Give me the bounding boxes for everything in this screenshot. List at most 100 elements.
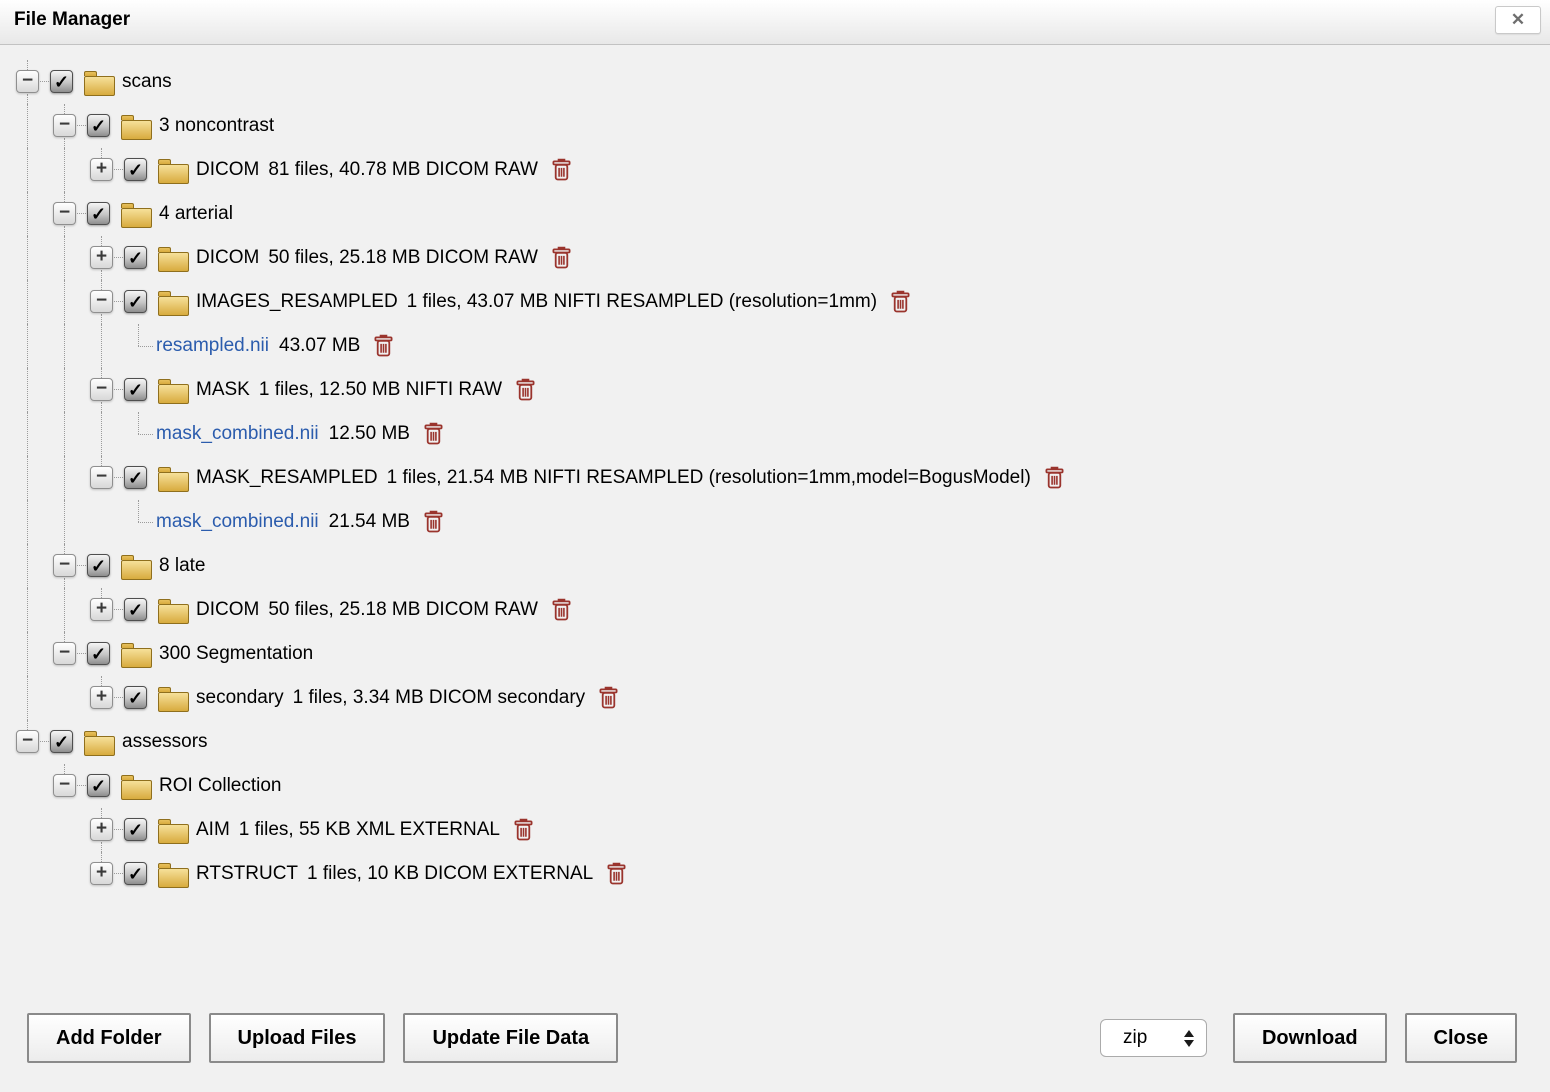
expander-minus-button[interactable]: − bbox=[90, 290, 113, 313]
expander-plus-button[interactable]: + bbox=[90, 818, 113, 841]
checkbox[interactable]: ✓ bbox=[50, 730, 73, 753]
folder-icon bbox=[158, 472, 189, 492]
tree-guide-line bbox=[138, 346, 153, 347]
trash-icon[interactable] bbox=[515, 378, 536, 402]
file-row: mask_combined.nii12.50 MB bbox=[0, 412, 1550, 456]
file-link[interactable]: mask_combined.nii bbox=[156, 423, 319, 445]
folder-row: + ✓ secondary1 files, 3.34 MB DICOM second… bbox=[0, 676, 1550, 720]
tree-guide-line bbox=[101, 314, 102, 324]
tree-guide-line bbox=[27, 280, 28, 324]
tree-guide-line bbox=[77, 213, 86, 214]
folder-icon bbox=[158, 604, 189, 624]
checkbox[interactable]: ✓ bbox=[124, 862, 147, 885]
checkbox[interactable]: ✓ bbox=[124, 598, 147, 621]
folder-row: −✓4 arterial bbox=[0, 192, 1550, 236]
expander-minus-button[interactable]: − bbox=[16, 70, 39, 93]
tree-guide-line bbox=[138, 500, 139, 522]
tree-guide-line bbox=[101, 236, 102, 246]
checkbox[interactable]: ✓ bbox=[124, 246, 147, 269]
expander-plus-button[interactable]: + bbox=[90, 158, 113, 181]
trash-icon[interactable] bbox=[551, 158, 572, 182]
expander-minus-button[interactable]: − bbox=[53, 202, 76, 225]
checkbox[interactable]: ✓ bbox=[124, 686, 147, 709]
folder-meta: 1 files, 10 KB DICOM EXTERNAL bbox=[307, 863, 593, 885]
checkbox[interactable]: ✓ bbox=[87, 774, 110, 797]
checkbox[interactable]: ✓ bbox=[124, 818, 147, 841]
trash-icon[interactable] bbox=[551, 246, 572, 270]
tree-guide-line bbox=[138, 412, 139, 434]
expander-minus-button[interactable]: − bbox=[90, 466, 113, 489]
expander-plus-button[interactable]: + bbox=[90, 686, 113, 709]
row-text: DICOM50 files, 25.18 MB DICOM RAW bbox=[196, 588, 572, 632]
tree-guide-line bbox=[101, 842, 102, 852]
trash-icon[interactable] bbox=[1044, 466, 1065, 490]
trash-icon[interactable] bbox=[423, 422, 444, 446]
tree-guide-line bbox=[27, 456, 28, 500]
expander-plus-button[interactable]: + bbox=[90, 598, 113, 621]
tree-guide-line bbox=[114, 477, 123, 478]
folder-row: −✓ 300 Segmentation bbox=[0, 632, 1550, 676]
checkbox[interactable]: ✓ bbox=[124, 158, 147, 181]
tree-guide-line bbox=[27, 324, 28, 368]
expander-minus-button[interactable]: − bbox=[53, 774, 76, 797]
folder-meta: 1 files, 3.34 MB DICOM secondary bbox=[293, 687, 586, 709]
row-text: DICOM50 files, 25.18 MB DICOM RAW bbox=[196, 236, 572, 280]
tree-guide-line bbox=[64, 588, 65, 632]
trash-icon[interactable] bbox=[513, 818, 534, 842]
folder-label: AIM bbox=[196, 819, 230, 841]
tree-guide-line bbox=[64, 324, 65, 368]
tree-guide-line bbox=[114, 829, 123, 830]
checkbox[interactable]: ✓ bbox=[87, 554, 110, 577]
folder-label: MASK bbox=[196, 379, 250, 401]
file-row: mask_combined.nii21.54 MB bbox=[0, 500, 1550, 544]
trash-icon[interactable] bbox=[606, 862, 627, 886]
tree-guide-line bbox=[64, 192, 65, 202]
row-text: IMAGES_RESAMPLED1 files, 43.07 MB NIFTI … bbox=[196, 280, 911, 324]
checkbox[interactable]: ✓ bbox=[87, 642, 110, 665]
upload-files-button[interactable]: Upload Files bbox=[209, 1013, 386, 1063]
checkbox[interactable]: ✓ bbox=[124, 378, 147, 401]
expander-minus-button[interactable]: − bbox=[53, 114, 76, 137]
checkbox[interactable]: ✓ bbox=[87, 202, 110, 225]
dialog-titlebar: File Manager ✕ bbox=[0, 0, 1550, 45]
folder-row: + ✓ DICOM50 files, 25.18 MB DICOM RAW bbox=[0, 236, 1550, 280]
trash-icon[interactable] bbox=[423, 510, 444, 534]
row-text: secondary1 files, 3.34 MB DICOM secondar… bbox=[196, 676, 619, 720]
trash-icon[interactable] bbox=[373, 334, 394, 358]
checkbox[interactable]: ✓ bbox=[87, 114, 110, 137]
expander-minus-button[interactable]: − bbox=[53, 554, 76, 577]
expander-plus-button[interactable]: + bbox=[90, 246, 113, 269]
download-button[interactable]: Download bbox=[1233, 1013, 1387, 1063]
row-text: mask_combined.nii12.50 MB bbox=[156, 412, 444, 456]
checkbox[interactable]: ✓ bbox=[124, 290, 147, 313]
close-button[interactable]: ✕ bbox=[1495, 6, 1541, 34]
expander-minus-button[interactable]: − bbox=[16, 730, 39, 753]
tree-guide-line bbox=[64, 226, 65, 236]
update-file-data-button[interactable]: Update File Data bbox=[403, 1013, 618, 1063]
tree-guide-line bbox=[64, 280, 65, 324]
folder-meta: 1 files, 43.07 MB NIFTI RESAMPLED (resol… bbox=[407, 291, 877, 313]
add-folder-button[interactable]: Add Folder bbox=[27, 1013, 191, 1063]
tree-guide-line bbox=[114, 389, 123, 390]
trash-icon[interactable] bbox=[551, 598, 572, 622]
expander-plus-button[interactable]: + bbox=[90, 862, 113, 885]
checkbox[interactable]: ✓ bbox=[124, 466, 147, 489]
tree-guide-line bbox=[101, 588, 102, 598]
row-text: resampled.nii43.07 MB bbox=[156, 324, 394, 368]
folder-row: −✓MASK1 files, 12.50 MB NIFTI RAW bbox=[0, 368, 1550, 412]
file-link[interactable]: mask_combined.nii bbox=[156, 511, 319, 533]
folder-icon bbox=[121, 208, 152, 228]
tree-guide-line bbox=[27, 368, 28, 412]
close-dialog-button[interactable]: Close bbox=[1405, 1013, 1517, 1063]
folder-label: 300 Segmentation bbox=[159, 643, 313, 665]
expander-minus-button[interactable]: − bbox=[90, 378, 113, 401]
format-select[interactable]: zip bbox=[1100, 1019, 1207, 1057]
trash-icon[interactable] bbox=[890, 290, 911, 314]
tree-guide-line bbox=[64, 148, 65, 192]
trash-icon[interactable] bbox=[598, 686, 619, 710]
format-select-value: zip bbox=[1123, 1027, 1147, 1049]
checkbox[interactable]: ✓ bbox=[50, 70, 73, 93]
file-link[interactable]: resampled.nii bbox=[156, 335, 269, 357]
expander-minus-button[interactable]: − bbox=[53, 642, 76, 665]
tree-guide-line bbox=[27, 500, 28, 544]
